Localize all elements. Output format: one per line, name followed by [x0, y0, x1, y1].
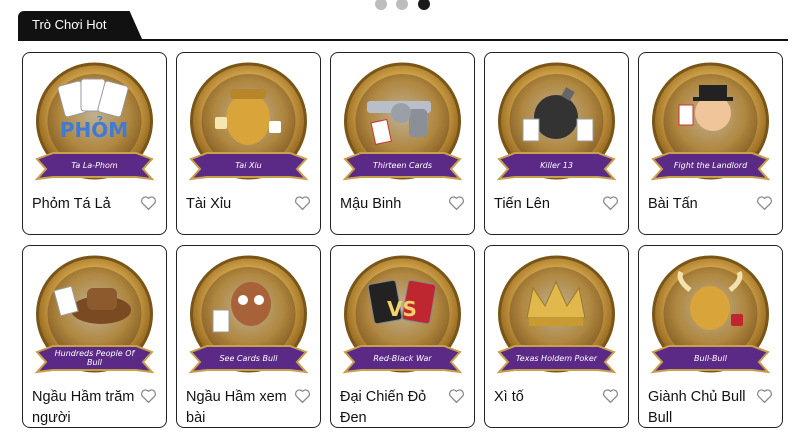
hat-cards-icon[interactable]: Hundreds People Of Bull	[31, 254, 158, 381]
game-banner-label: Hundreds People Of Bull	[54, 349, 135, 367]
game-card[interactable]: Tai Xiu Tài Xỉu	[176, 52, 321, 235]
carousel-dot[interactable]	[396, 0, 408, 10]
game-title: Ngầu Hầm xem bài	[186, 389, 287, 426]
game-card[interactable]: Hundreds People Of Bull Ngầu Hầm trăm ngư…	[22, 245, 167, 428]
carousel-dot[interactable]	[375, 0, 387, 10]
game-card[interactable]: Killer 13 Tiến Lên	[484, 52, 629, 235]
landlord-icon[interactable]: Fight the Landlord	[647, 61, 774, 188]
heart-icon[interactable]	[294, 388, 311, 404]
heart-icon[interactable]	[448, 195, 465, 211]
heart-icon[interactable]	[294, 195, 311, 211]
crown-icon[interactable]: Texas Holdem Poker	[493, 254, 620, 381]
heart-icon[interactable]	[140, 388, 157, 404]
bull-head-icon[interactable]: Bull-Bull	[647, 254, 774, 381]
revolver-icon[interactable]: Thirteen Cards	[339, 61, 466, 188]
game-title: Mậu Binh	[340, 196, 402, 212]
svg-text:VS: VS	[387, 297, 417, 321]
game-title: Đại Chiến Đỏ Đen	[340, 389, 427, 426]
heart-icon[interactable]	[756, 195, 773, 211]
section-header: Trò Chơi Hot Nhất	[18, 11, 788, 41]
heart-icon[interactable]	[140, 195, 157, 211]
heart-icon[interactable]	[448, 388, 465, 404]
heart-icon[interactable]	[756, 388, 773, 404]
game-title: Xì tố	[494, 389, 524, 405]
heart-icon[interactable]	[602, 195, 619, 211]
heart-icon[interactable]	[602, 388, 619, 404]
game-banner-label: Ta La-Phom	[71, 160, 118, 170]
dice-cup-icon[interactable]: Tai Xiu	[185, 61, 312, 188]
game-title: Tiến Lên	[494, 196, 550, 212]
game-banner-label: Red-Black War	[373, 353, 432, 363]
game-card[interactable]: See Cards Bull Ngầu Hầm xem bài	[176, 245, 321, 428]
carousel-dot-active[interactable]	[418, 0, 430, 10]
game-banner-label: Fight the Landlord	[673, 160, 748, 170]
game-card[interactable]: Texas Holdem Poker Xì tố	[484, 245, 629, 428]
game-banner-label: See Cards Bull	[219, 353, 278, 363]
game-title: Phỏm Tá Lả	[32, 196, 111, 212]
game-card[interactable]: Thirteen Cards Mậu Binh	[330, 52, 475, 235]
vs-cards-icon[interactable]: VS Red-Black War	[339, 254, 466, 381]
game-banner-label: Bull-Bull	[694, 353, 727, 363]
bull-mascot-icon[interactable]: See Cards Bull	[185, 254, 312, 381]
game-card[interactable]: Bull-Bull Giành Chủ Bull Bull	[638, 245, 783, 428]
game-banner-label: Texas Holdem Poker	[515, 353, 598, 363]
game-banner-label: Killer 13	[540, 160, 573, 170]
game-title: Bài Tấn	[648, 196, 698, 212]
game-banner-label: Tai Xiu	[235, 160, 262, 170]
game-card[interactable]: Fight the Landlord Bài Tấn	[638, 52, 783, 235]
game-title: Giành Chủ Bull Bull	[648, 389, 746, 426]
game-card[interactable]: VS Red-Black War Đại Chiến Đỏ Đen	[330, 245, 475, 428]
bomb-icon[interactable]: Killer 13	[493, 61, 620, 188]
svg-text:PHỎM: PHỎM	[60, 117, 128, 142]
game-card[interactable]: PHỎM Ta La-Phom Phỏm Tá Lả	[22, 52, 167, 235]
game-banner-label: Thirteen Cards	[372, 160, 433, 170]
cards-icon[interactable]: PHỎM Ta La-Phom	[31, 61, 158, 188]
game-title: Ngầu Hầm trăm người	[32, 389, 135, 426]
game-title: Tài Xỉu	[186, 196, 232, 212]
section-title: Trò Chơi Hot Nhất	[18, 11, 142, 39]
